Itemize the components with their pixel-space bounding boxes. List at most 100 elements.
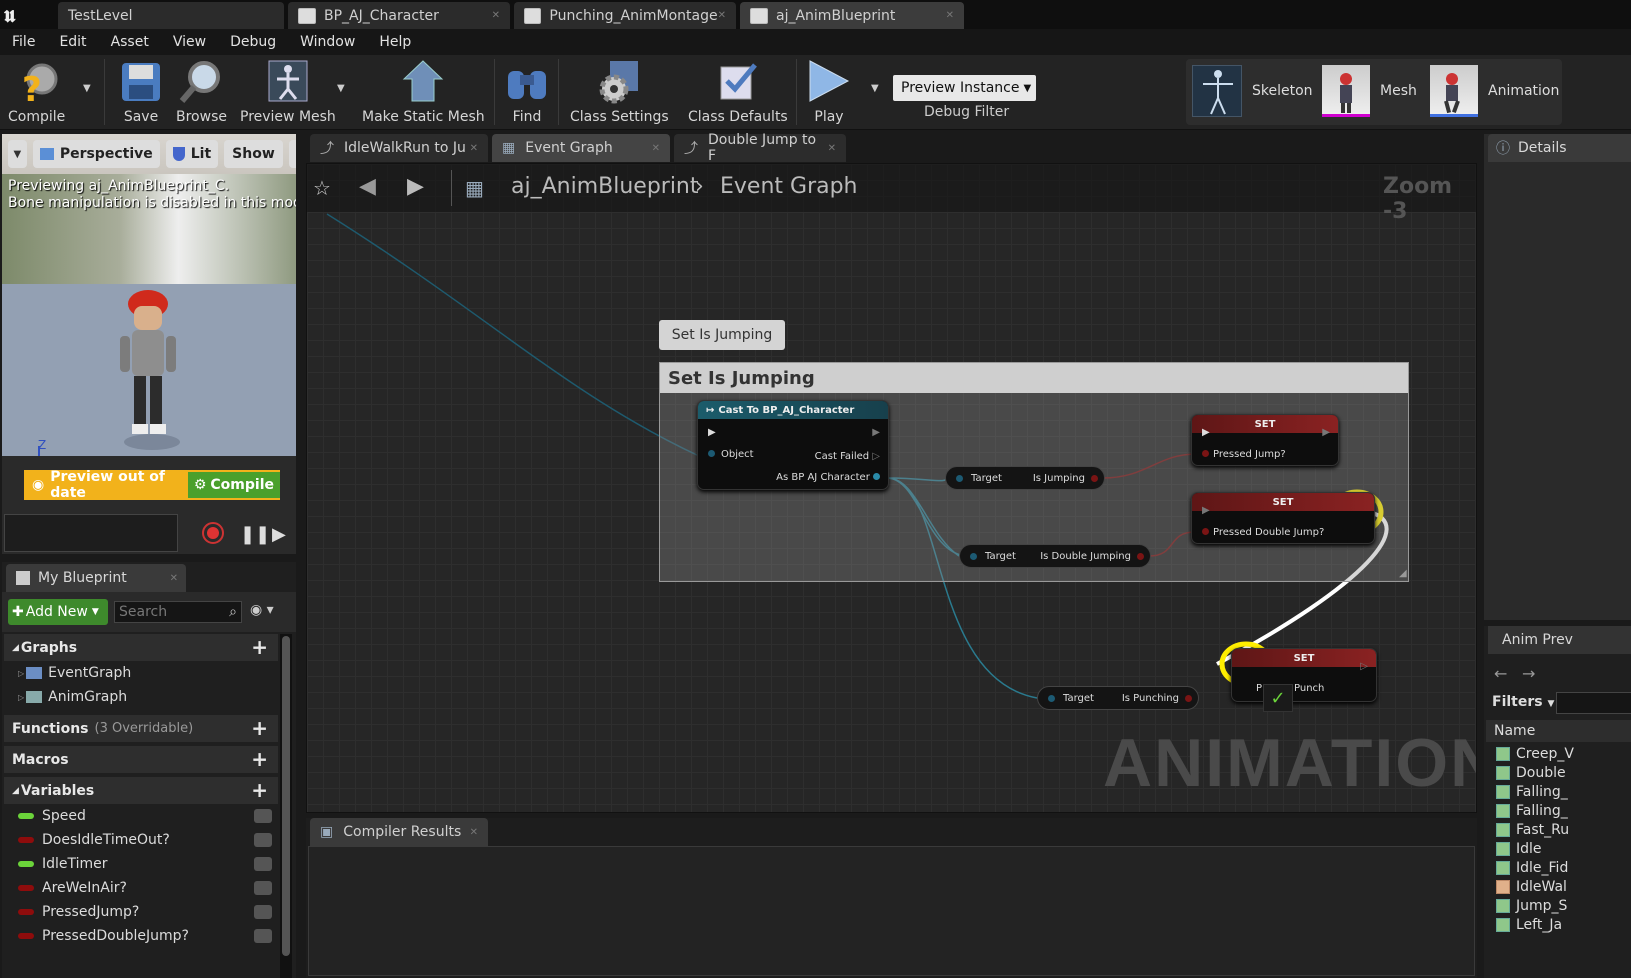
close-icon[interactable]: ✕: [470, 143, 478, 154]
menu-edit[interactable]: Edit: [47, 34, 98, 50]
anim-preview-tab[interactable]: Anim Prev: [1488, 626, 1631, 654]
variable-item[interactable]: DoesIdleTimeOut?: [4, 828, 278, 852]
asset-item[interactable]: IdleWal: [1486, 877, 1631, 896]
graph-tab-event-graph[interactable]: ▦ Event Graph ✕: [492, 134, 670, 162]
variable-visibility-icon[interactable]: [254, 833, 272, 847]
details-tab[interactable]: ⓘ Details: [1488, 134, 1631, 162]
asset-item[interactable]: Fast_Ru: [1486, 820, 1631, 839]
my-blueprint-tab[interactable]: My Blueprint ✕: [6, 564, 186, 592]
timeline-scrubber[interactable]: [4, 514, 178, 552]
name-column-header[interactable]: Name: [1486, 720, 1631, 742]
play-button[interactable]: Play: [806, 59, 852, 125]
asset-item[interactable]: Jump_S: [1486, 896, 1631, 915]
mode-animation[interactable]: Animation: [1488, 83, 1559, 99]
animation-icon[interactable]: [1430, 65, 1478, 117]
get-is-double-jumping-node[interactable]: Target Is Double Jumping: [959, 544, 1151, 568]
compiler-results-tab[interactable]: ▣ Compiler Results ✕: [310, 818, 488, 846]
viewport-options-chevron-icon[interactable]: ▼: [8, 140, 27, 168]
add-function-icon[interactable]: +: [251, 718, 268, 738]
back-arrow-icon[interactable]: ←: [1494, 664, 1507, 683]
variables-header[interactable]: ◢ Variables +: [4, 777, 278, 804]
graph-item-eventgraph[interactable]: ▷ EventGraph: [4, 661, 278, 685]
forward-arrow-icon[interactable]: →: [1522, 664, 1535, 683]
skeleton-icon[interactable]: [1192, 65, 1242, 117]
exec-in-pin[interactable]: ▶: [1202, 427, 1210, 438]
add-new-button[interactable]: ✚ Add New ▼: [8, 599, 108, 625]
asset-item[interactable]: Falling_: [1486, 782, 1631, 801]
asset-item[interactable]: Double: [1486, 763, 1631, 782]
visibility-eye-icon[interactable]: ◉ ▾: [250, 602, 274, 618]
doc-tab-bp-aj-character[interactable]: BP_AJ_Character ✕: [288, 2, 510, 29]
set-punch-node[interactable]: SET ▷ P Punch: [1231, 648, 1377, 702]
compiler-results-log[interactable]: [308, 846, 1475, 976]
menu-asset[interactable]: Asset: [99, 34, 161, 50]
close-icon[interactable]: ✕: [652, 143, 660, 154]
show-button[interactable]: Show: [224, 140, 283, 168]
variable-visibility-icon[interactable]: [254, 929, 272, 943]
step-forward-button[interactable]: ▶: [272, 524, 286, 545]
mode-mesh[interactable]: Mesh: [1380, 83, 1417, 99]
set-pressed-jump-node[interactable]: SET ▶ ▶ Pressed Jump?: [1191, 414, 1339, 466]
comment-bubble[interactable]: Set Is Jumping: [659, 320, 785, 350]
asset-item[interactable]: Idle: [1486, 839, 1631, 858]
find-button[interactable]: Find: [504, 59, 550, 125]
exec-out-pin[interactable]: ▶: [1322, 427, 1330, 438]
unreal-logo-icon[interactable]: 𝖚: [4, 2, 15, 28]
asset-item[interactable]: Creep_V: [1486, 744, 1631, 763]
variable-item[interactable]: PressedDoubleJump?: [4, 924, 278, 948]
variable-item[interactable]: Speed: [4, 804, 278, 828]
make-static-mesh-button[interactable]: Make Static Mesh: [362, 59, 485, 125]
variable-visibility-icon[interactable]: [254, 809, 272, 823]
variable-visibility-icon[interactable]: [254, 905, 272, 919]
doc-tab-punching-animmontage[interactable]: Punching_AnimMontage ✕: [514, 2, 736, 29]
play-options-chevron-icon[interactable]: ▼: [871, 83, 879, 94]
add-graph-icon[interactable]: +: [251, 637, 268, 657]
preview-mesh-chevron-icon[interactable]: ▼: [337, 83, 345, 94]
variable-item[interactable]: PressedJump?: [4, 900, 278, 924]
get-is-punching-node[interactable]: Target Is Punching: [1037, 686, 1199, 710]
object-pin[interactable]: Object: [708, 449, 754, 460]
menu-help[interactable]: Help: [367, 34, 423, 50]
viewport-compile-button[interactable]: ⚙ Compile: [187, 472, 280, 498]
viewport-scene[interactable]: Previewing aj_AnimBlueprint_C. Bone mani…: [2, 134, 296, 456]
search-input[interactable]: Search ⌕: [114, 601, 242, 623]
exec-in-pin[interactable]: ▶: [1202, 505, 1210, 516]
menu-view[interactable]: View: [161, 34, 218, 50]
event-graph-canvas[interactable]: ☆ ◀ ▶ ▦ aj_AnimBlueprint › Event Graph Z…: [306, 163, 1477, 813]
viewport-more-button[interactable]: [288, 140, 296, 168]
asset-item[interactable]: Idle_Fid: [1486, 858, 1631, 877]
close-icon[interactable]: ✕: [718, 10, 726, 21]
pause-button[interactable]: ❚❚: [240, 524, 270, 545]
menu-debug[interactable]: Debug: [218, 34, 288, 50]
variable-item[interactable]: IdleTimer: [4, 852, 278, 876]
filters-button[interactable]: Filters ▼: [1492, 694, 1554, 710]
menu-window[interactable]: Window: [288, 34, 367, 50]
graph-item-animgraph[interactable]: ▷ AnimGraph: [4, 685, 278, 709]
graph-tab-idlewalkrun[interactable]: ⤴ IdleWalkRun to Ju ✕: [310, 134, 488, 162]
my-blueprint-scrollbar[interactable]: [280, 634, 292, 978]
exec-out-pin[interactable]: ▷: [1360, 661, 1368, 672]
pressed-jump-pin[interactable]: Pressed Jump?: [1202, 449, 1286, 460]
set-pressed-double-jump-node[interactable]: SET ▶ Pressed Double Jump?: [1191, 492, 1375, 544]
variable-visibility-icon[interactable]: [254, 857, 272, 871]
preview-mesh-button[interactable]: Preview Mesh: [240, 59, 336, 125]
perspective-button[interactable]: Perspective: [32, 140, 160, 168]
doc-tab-aj-animblueprint[interactable]: aj_AnimBlueprint ✕: [740, 2, 964, 29]
record-button[interactable]: [202, 522, 224, 544]
add-macro-icon[interactable]: +: [251, 749, 268, 769]
close-icon[interactable]: ✕: [946, 10, 954, 21]
add-variable-icon[interactable]: +: [251, 780, 268, 800]
debug-object-dropdown[interactable]: Preview Instance ▼: [893, 75, 1036, 101]
doc-tab-testlevel[interactable]: TestLevel: [58, 2, 284, 29]
close-icon[interactable]: ✕: [492, 10, 500, 21]
macros-header[interactable]: Macros +: [4, 746, 278, 773]
variable-visibility-icon[interactable]: [254, 881, 272, 895]
as-character-pin[interactable]: As BP AJ Character: [776, 472, 880, 483]
class-defaults-button[interactable]: Class Defaults: [688, 59, 788, 125]
mode-skeleton[interactable]: Skeleton: [1252, 83, 1313, 99]
class-settings-button[interactable]: Class Settings: [570, 59, 669, 125]
exec-out-pin[interactable]: ▶: [872, 427, 880, 438]
asset-item[interactable]: Falling_: [1486, 801, 1631, 820]
save-button[interactable]: Save: [118, 59, 164, 125]
graphs-header[interactable]: ◢ Graphs +: [4, 634, 278, 661]
